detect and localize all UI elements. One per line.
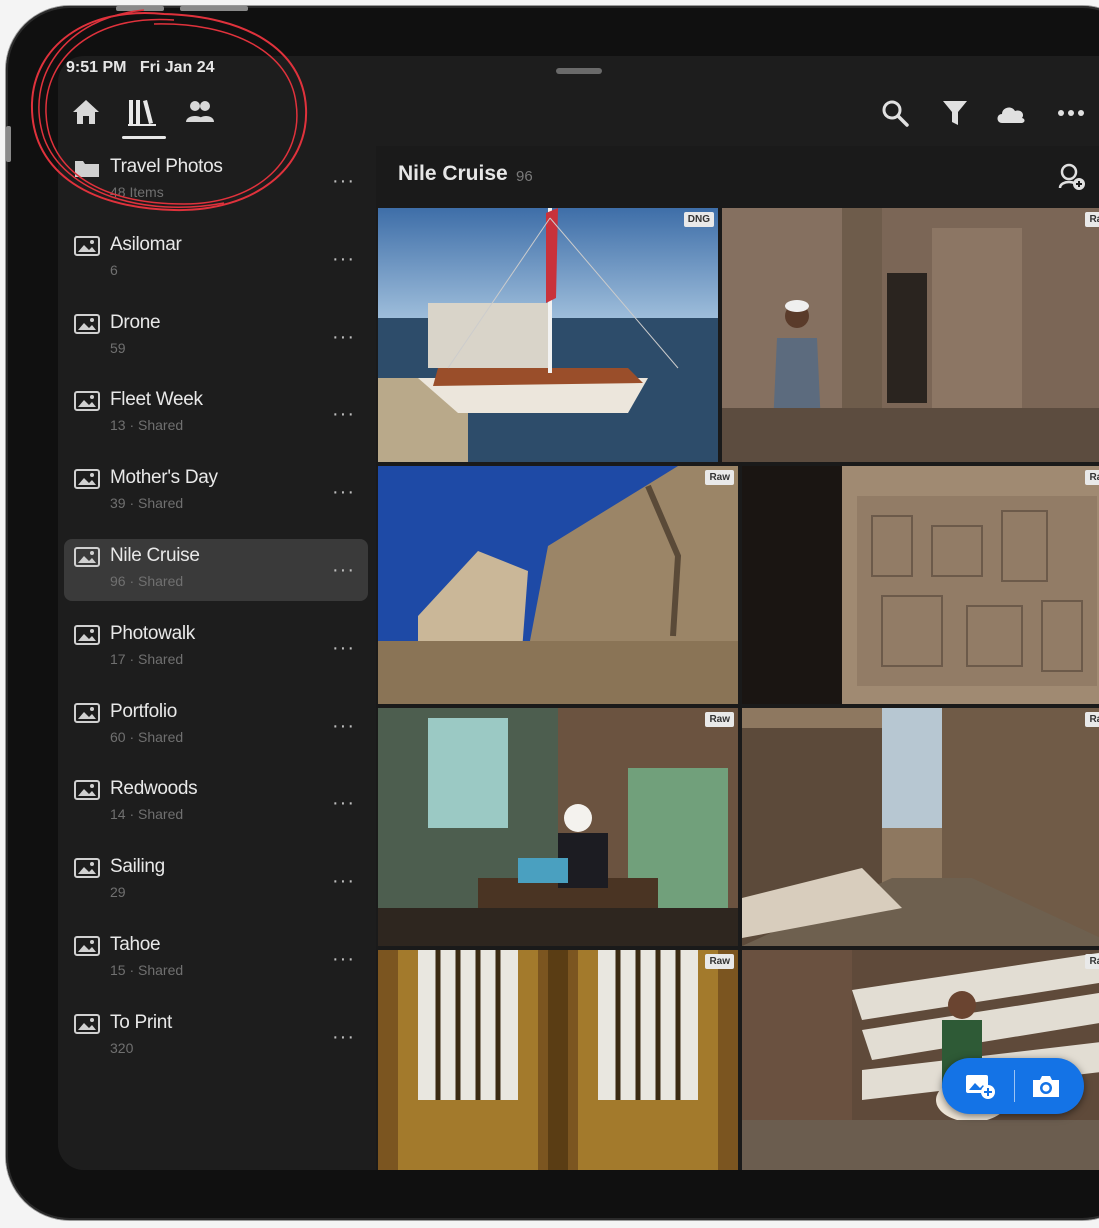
- more-options-button[interactable]: ···: [332, 171, 355, 191]
- sidebar-item-count: 59: [110, 339, 126, 356]
- sidebar-item-label: Tahoe: [110, 934, 161, 955]
- filter-icon[interactable]: [938, 96, 972, 130]
- more-options-button[interactable]: ···: [332, 638, 355, 658]
- sidebar-item-count: 6: [110, 261, 118, 278]
- sidebar-item-to-print[interactable]: To Print 320 ···: [64, 1006, 368, 1068]
- add-person-icon[interactable]: [1056, 162, 1086, 192]
- album-icon: [74, 780, 100, 801]
- sidebar-item-mother-s-day[interactable]: Mother's Day 39 · Shared ···: [64, 461, 368, 523]
- village-alley: [742, 708, 1099, 946]
- multitasking-grabber[interactable]: [556, 68, 602, 74]
- album-count: 96: [516, 168, 533, 185]
- album-icon: [74, 1013, 100, 1034]
- red-annotation-circle: [30, 9, 308, 212]
- file-type-badge: DNG: [683, 212, 714, 227]
- album-icon: [74, 702, 100, 723]
- sidebar-item-count: 39 · Shared: [110, 495, 184, 512]
- album-icon: [74, 936, 100, 956]
- sidebar-item-count: 96 · Shared: [110, 573, 184, 589]
- album-icon: [74, 547, 100, 567]
- sidebar-item-label: Redwoods: [110, 778, 198, 800]
- sidebar-item-label: Photowalk: [110, 622, 195, 644]
- sidebar-item-count: 15 · Shared: [110, 962, 184, 978]
- sidebar-item-fleet-week[interactable]: Fleet Week 13 · Shared ···: [64, 383, 368, 445]
- file-type-badge: Raw: [1085, 470, 1099, 485]
- more-options-button[interactable]: ···: [332, 716, 355, 736]
- fab-divider: [1014, 1070, 1015, 1102]
- album-icon: [74, 624, 100, 645]
- sidebar-item-label: Asilomar: [110, 233, 182, 255]
- albums-sidebar: Travel Photos 48 Items ··· Asilomar 6 ··· Dron…: [58, 146, 376, 1170]
- sidebar-item-count: 13 · Shared: [110, 417, 184, 434]
- more-options-button[interactable]: ···: [332, 949, 355, 969]
- more-options-button[interactable]: ···: [332, 482, 355, 502]
- album-icon: [74, 469, 100, 490]
- sidebar-item-count: 60 · Shared: [110, 728, 184, 745]
- sidebar-item-label: Drone: [110, 311, 161, 333]
- photo-thumbnail[interactable]: DNG: [378, 208, 718, 462]
- more-options-button[interactable]: ···: [332, 793, 355, 813]
- camera-icon[interactable]: [1030, 1072, 1062, 1100]
- temple-wall-and-building: [378, 466, 738, 704]
- add-photo-icon[interactable]: [964, 1072, 996, 1100]
- photo-thumbnail[interactable]: Raw: [378, 708, 738, 946]
- more-options-button[interactable]: ···: [332, 327, 355, 347]
- sidebar-item-label: Mother's Day: [110, 467, 218, 489]
- add-photos-fab: [942, 1058, 1084, 1114]
- sidebar-item-asilomar[interactable]: Asilomar 6 ···: [64, 228, 368, 290]
- cloud-icon[interactable]: [994, 96, 1028, 130]
- file-type-badge: Raw: [1085, 712, 1099, 727]
- sidebar-item-drone[interactable]: Drone 59 ···: [64, 306, 368, 368]
- album-icon: [74, 235, 100, 256]
- file-type-badge: Raw: [1085, 212, 1099, 227]
- man-at-temple-doorway: [722, 208, 1099, 462]
- sidebar-item-label: Nile Cruise: [110, 545, 200, 566]
- file-type-badge: Raw: [705, 712, 734, 727]
- photo-thumbnail[interactable]: Raw: [378, 466, 738, 704]
- photo-thumbnail[interactable]: Raw: [742, 466, 1099, 704]
- sidebar-item-label: Fleet Week: [110, 389, 203, 411]
- album-icon: [74, 391, 100, 412]
- sidebar-item-label: Portfolio: [110, 700, 178, 722]
- ornate-wooden-door: [378, 950, 738, 1170]
- sidebar-item-tahoe[interactable]: Tahoe 15 · Shared ···: [64, 928, 368, 990]
- more-options-button[interactable]: ···: [332, 1027, 355, 1047]
- more-icon[interactable]: [1054, 96, 1088, 130]
- album-icon: [74, 313, 100, 334]
- sidebar-item-count: 17 · Shared: [110, 650, 184, 667]
- more-options-button[interactable]: ···: [332, 249, 355, 269]
- sidebar-item-count: 29: [110, 884, 126, 901]
- hieroglyph-wall: [742, 466, 1099, 704]
- sidebar-item-label: To Print: [110, 1011, 173, 1033]
- sidebar-item-count: 14 · Shared: [110, 806, 184, 823]
- more-options-button[interactable]: ···: [332, 560, 355, 580]
- file-type-badge: Raw: [1085, 954, 1099, 969]
- album-icon: [74, 858, 100, 879]
- sidebar-item-sailing[interactable]: Sailing 29 ···: [64, 850, 368, 912]
- album-grid-panel: Nile Cruise 96 DNG R Raw R Raw R Raw R: [376, 146, 1099, 1170]
- album-title: Nile Cruise: [398, 162, 508, 185]
- photo-thumbnail[interactable]: Raw: [722, 208, 1099, 462]
- file-type-badge: Raw: [705, 470, 734, 485]
- search-icon[interactable]: [878, 96, 912, 130]
- app-screen: 9:51 PM Fri Jan 24 Travel Photos 48 Items…: [58, 56, 1099, 1170]
- sidebar-item-count: 320: [110, 1039, 134, 1056]
- sailboat-on-nile: [378, 208, 718, 462]
- photo-thumbnail[interactable]: Raw: [742, 708, 1099, 946]
- sidebar-item-label: Sailing: [110, 856, 165, 878]
- sidebar-item-photowalk[interactable]: Photowalk 17 · Shared ···: [64, 617, 368, 679]
- tailor-workshop: [378, 708, 738, 946]
- sidebar-item-nile-cruise[interactable]: Nile Cruise 96 · Shared ···: [64, 539, 368, 601]
- sidebar-item-portfolio[interactable]: Portfolio 60 · Shared ···: [64, 695, 368, 757]
- photo-thumbnail[interactable]: Raw: [378, 950, 738, 1170]
- more-options-button[interactable]: ···: [332, 871, 355, 891]
- sidebar-item-redwoods[interactable]: Redwoods 14 · Shared ···: [64, 772, 368, 834]
- hardware-button: [6, 126, 11, 162]
- file-type-badge: Raw: [705, 954, 734, 969]
- more-options-button[interactable]: ···: [332, 404, 355, 424]
